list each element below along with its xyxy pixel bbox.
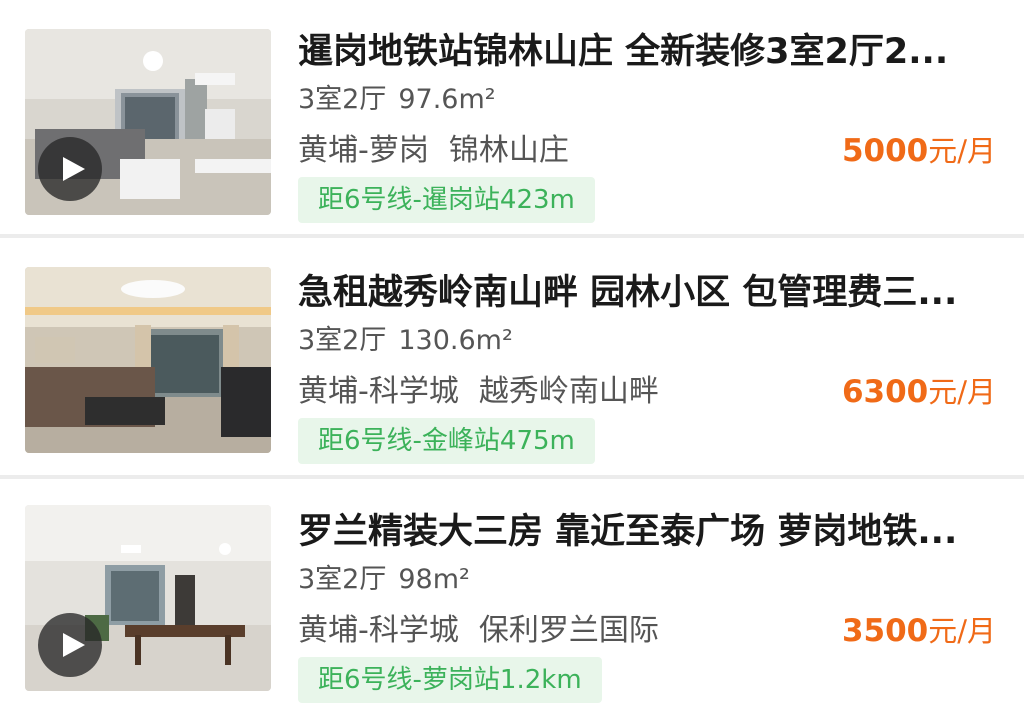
listing-card[interactable]: 罗兰精装大三房 靠近至泰广场 萝岗地铁... 3室2厅 98m² 黄埔-科学城 保利…: [0, 480, 1024, 716]
price-unit: 元/月: [928, 134, 996, 168]
room-photo-image: [25, 267, 271, 453]
listing-location: 黄埔-萝岗 锦林山庄: [298, 131, 569, 171]
price-value: 5000: [841, 133, 929, 169]
district: 黄埔-科学城: [298, 613, 459, 648]
community-name: 越秀岭南山畔: [478, 374, 659, 409]
video-play-button[interactable]: [38, 613, 102, 677]
floor-area: 98m²: [398, 564, 470, 595]
listing-list: 暹岗地铁站锦林山庄 全新装修3室2厅2... 3室2厅 97.6m² 黄埔-萝岗锦…: [0, 0, 1024, 716]
listing-layout: 3室2厅 97.6m²: [298, 82, 496, 118]
metro-distance-tag: 距6号线-暹岗站423m: [298, 177, 595, 223]
rent-price: 6300元/月: [842, 372, 996, 412]
district: 黄埔-萝岗: [298, 133, 429, 168]
video-play-button[interactable]: [38, 137, 102, 201]
room-count: 3室2厅: [298, 84, 387, 115]
community-name: 保利罗兰国际: [478, 613, 659, 648]
listing-photo[interactable]: [25, 267, 271, 453]
rent-price: 5000元/月: [842, 131, 996, 171]
play-icon: [62, 157, 85, 181]
district: 黄埔-科学城: [298, 374, 459, 409]
listing-layout: 3室2厅 98m²: [298, 562, 470, 598]
metro-distance-tag: 距6号线-金峰站475m: [298, 418, 595, 464]
listing-title: 暹岗地铁站锦林山庄 全新装修3室2厅2...: [298, 32, 949, 72]
price-unit: 元/月: [928, 375, 996, 409]
floor-area: 97.6m²: [398, 84, 496, 115]
price-value: 6300: [841, 374, 929, 410]
metro-distance-tag: 距6号线-萝岗站1.2km: [298, 657, 602, 703]
price-value: 3500: [841, 613, 929, 649]
community-name: 锦林山庄: [448, 133, 569, 168]
floor-area: 130.6m²: [398, 325, 513, 356]
listing-layout: 3室2厅 130.6m²: [298, 323, 513, 359]
rent-price: 3500元/月: [842, 611, 996, 651]
listing-photo[interactable]: [25, 505, 271, 691]
listing-title: 罗兰精装大三房 靠近至泰广场 萝岗地铁...: [298, 512, 958, 552]
play-icon: [62, 633, 85, 657]
room-count: 3室2厅: [298, 564, 387, 595]
listing-location: 黄埔-科学城 保利罗兰国际: [298, 611, 659, 651]
listing-photo[interactable]: [25, 29, 271, 215]
room-count: 3室2厅: [298, 325, 387, 356]
listing-title: 急租越秀岭南山畔 园林小区 包管理费三...: [298, 273, 958, 313]
price-unit: 元/月: [928, 614, 996, 648]
listing-location: 黄埔-科学城 越秀岭南山畔: [298, 372, 659, 412]
listing-card[interactable]: 暹岗地铁站锦林山庄 全新装修3室2厅2... 3室2厅 97.6m² 黄埔-萝岗锦…: [0, 0, 1024, 238]
listing-card[interactable]: 急租越秀岭南山畔 园林小区 包管理费三... 3室2厅 130.6m² 黄埔-科学…: [0, 241, 1024, 479]
